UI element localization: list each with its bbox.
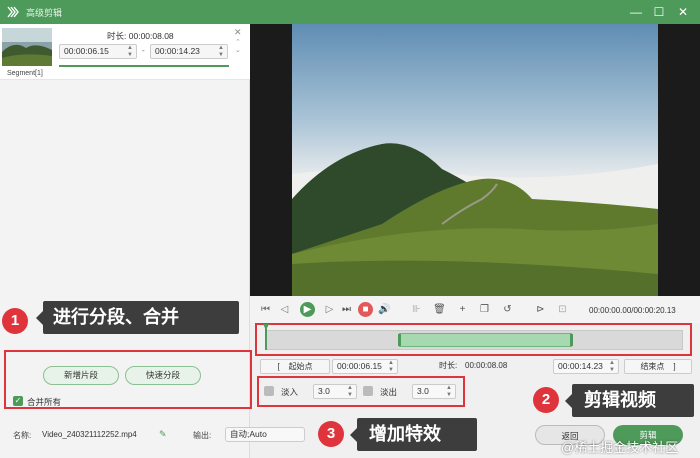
stop-button[interactable]: ■ — [358, 302, 373, 317]
play-button[interactable]: ▶ — [300, 302, 315, 317]
video-preview — [250, 24, 700, 296]
output-select[interactable]: 自动;Auto — [225, 427, 305, 442]
annotation-callout-3: 增加特效 — [350, 418, 477, 451]
segment-item[interactable]: Segment[1] 时长: 00:00:08.08 00:00:06.15 ▲… — [0, 24, 250, 80]
spinner-icon[interactable]: ▲ ▼ — [388, 360, 394, 373]
file-name: Video_240321112252.mp4 — [42, 430, 137, 439]
name-label: 名称: — [13, 431, 32, 440]
fade-in-label: 淡入 — [281, 387, 299, 397]
trim-start-handle[interactable] — [398, 334, 401, 346]
segment-duration: 时长: 00:00:08.08 — [107, 31, 174, 41]
time-display: 00:00:00.00/00:00:20.13 — [589, 306, 676, 315]
copy-icon[interactable]: ❐ — [477, 302, 492, 317]
minimize-button[interactable]: — — [628, 4, 644, 20]
trim-duration-value: 00:00:08.08 — [465, 361, 508, 370]
mark-in-icon[interactable]: ⊳ — [533, 302, 548, 317]
mark-out-icon[interactable]: ⊡ — [555, 302, 570, 317]
trim-duration-label: 时长: — [439, 361, 458, 370]
annotation-badge-1: 1 — [2, 308, 28, 334]
fade-in-checkbox[interactable] — [264, 386, 274, 396]
merge-all-label: 合并所有 — [27, 397, 62, 407]
window-title: 高级剪辑 — [26, 8, 63, 18]
segment-end-input[interactable]: 00:00:14.23 ▲ ▼ — [150, 44, 228, 59]
segment-progress-bar — [59, 65, 229, 67]
timeline-selection[interactable] — [399, 333, 572, 347]
segment-label: Segment[1] — [7, 70, 43, 77]
set-start-button[interactable]: [ 起始点 — [260, 359, 330, 374]
annotation-badge-2: 2 — [533, 387, 559, 413]
time-separator: - — [142, 46, 145, 55]
close-button[interactable]: ✕ — [675, 4, 691, 20]
spinner-icon[interactable]: ▲ ▼ — [446, 385, 452, 398]
reorder-icon[interactable]: ⌃ ⌄ — [235, 39, 241, 55]
segment-start-input[interactable]: 00:00:06.15 ▲ ▼ — [59, 44, 137, 59]
volume-icon[interactable]: 🔊 — [377, 302, 392, 317]
maximize-button[interactable]: ☐ — [651, 4, 667, 20]
output-label: 输出: — [193, 431, 212, 440]
set-end-button[interactable]: 结束点 ] — [624, 359, 692, 374]
close-icon[interactable]: ✕ — [234, 27, 242, 38]
spinner-icon[interactable]: ▲ ▼ — [218, 45, 224, 58]
next-frame-icon[interactable]: ▷ — [322, 302, 337, 317]
video-frame — [292, 24, 658, 296]
split-icon[interactable]: ⊪ — [409, 302, 424, 317]
watermark-text: @稀土掘金技术社区 — [561, 440, 679, 455]
annotation-badge-3: 3 — [318, 421, 344, 447]
annotation-callout-1: 进行分段、合并 — [36, 301, 239, 334]
spinner-icon[interactable]: ▲ ▼ — [347, 385, 353, 398]
player-controls: ⏮ ◁ ▶ ▷ ⏭ ■ 🔊 ⊪ 🗑 + ❐ ↺ ⊳ ⊡ 00:00:00.00/… — [250, 296, 700, 323]
quick-split-button[interactable]: 快速分段 — [125, 366, 201, 385]
playhead-marker-icon[interactable] — [263, 324, 269, 330]
fade-in-input[interactable]: 3.0 ▲ ▼ — [313, 384, 357, 399]
end-point-input[interactable]: 00:00:14.23 ▲ ▼ — [553, 359, 619, 374]
prev-frame-icon[interactable]: ◁ — [277, 302, 292, 317]
title-bar: 高级剪辑 — ☐ ✕ — [0, 0, 700, 24]
merge-all-checkbox[interactable]: ✓ — [13, 396, 23, 406]
fade-out-checkbox[interactable] — [363, 386, 373, 396]
segment-thumbnail — [2, 28, 52, 66]
undo-icon[interactable]: ↺ — [500, 302, 515, 317]
start-point-input[interactable]: 00:00:06.15 ▲ ▼ — [332, 359, 398, 374]
skip-start-icon[interactable]: ⏮ — [258, 302, 273, 317]
timeline-track[interactable] — [265, 330, 683, 350]
fade-out-input[interactable]: 3.0 ▲ ▼ — [412, 384, 456, 399]
add-icon[interactable]: + — [455, 302, 470, 317]
fade-out-label: 淡出 — [380, 387, 398, 397]
spinner-icon[interactable]: ▲ ▼ — [127, 45, 133, 58]
delete-icon[interactable]: 🗑 — [432, 302, 447, 317]
app-logo-icon — [7, 6, 19, 18]
edit-name-icon[interactable]: ✎ — [159, 429, 167, 440]
trim-end-handle[interactable] — [570, 334, 573, 346]
skip-end-icon[interactable]: ⏭ — [339, 302, 354, 317]
annotation-callout-2: 剪辑视频 — [565, 384, 694, 417]
new-segment-button[interactable]: 新增片段 — [43, 366, 119, 385]
spinner-icon[interactable]: ▲ ▼ — [609, 360, 615, 373]
